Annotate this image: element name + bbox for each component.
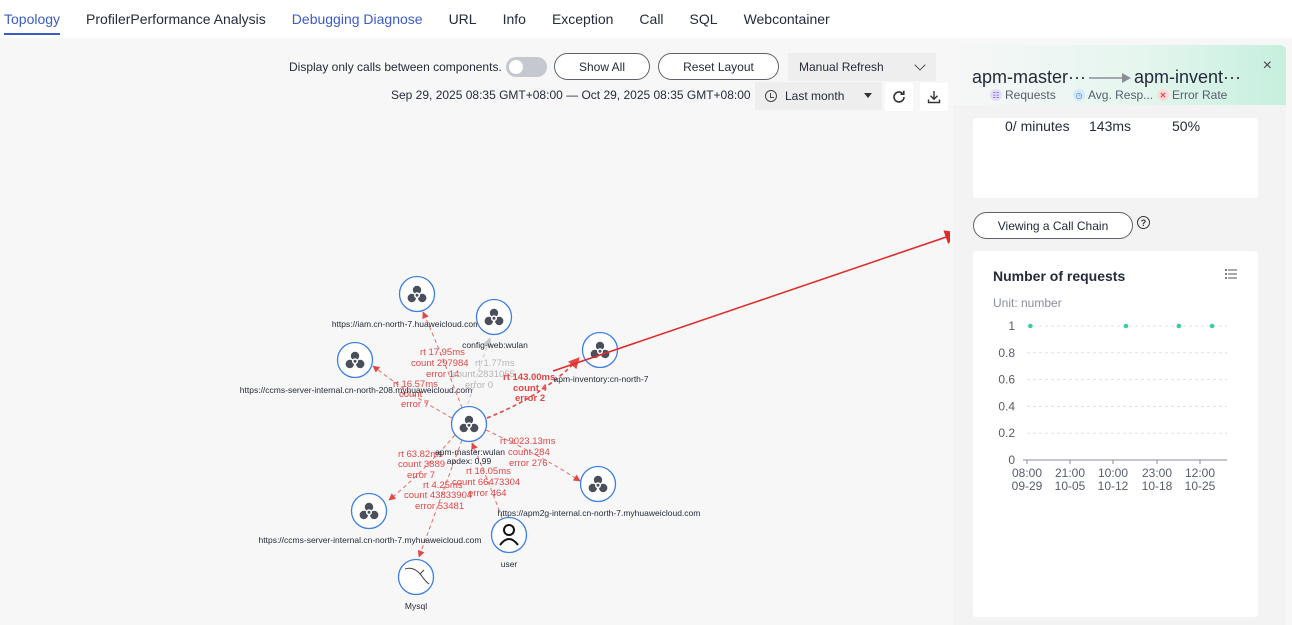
x-tick-label: 21:00: [1055, 466, 1085, 480]
service-icon: [450, 405, 488, 443]
close-icon[interactable]: ×: [1263, 57, 1272, 75]
metric-error-rate-label: ✕ Error Rate: [1157, 88, 1227, 102]
y-tick-label: 0: [1008, 453, 1015, 467]
panel-title: apm-master··· apm-invent···: [972, 67, 1241, 88]
edge-label-config-rt: rt 1.77ms: [475, 358, 515, 369]
edge-label-ccms7-count: count 3889: [398, 459, 445, 470]
callout-arrow: [552, 230, 950, 372]
node-label-inventory: apm-inventory:cn-north-7: [554, 374, 649, 384]
x-tick-label: 10-25: [1185, 479, 1216, 493]
node-label-ccms7: https://ccms-server-internal.cn-north-7.…: [259, 535, 482, 545]
requests-chart: 00.20.40.60.8108:0009-2921:0010-0510:001…: [998, 319, 1227, 493]
node-label-mysql: Mysql: [405, 601, 427, 611]
y-tick-label: 0.6: [998, 373, 1015, 387]
service-icon: [475, 298, 513, 336]
x-tick-label: 10-05: [1055, 479, 1086, 493]
node-apm2g[interactable]: https://apm2g-internal.cn-north-7.myhuaw…: [498, 465, 701, 519]
arrow-right-icon: [1089, 72, 1132, 83]
node-mysql[interactable]: Mysql: [397, 558, 435, 612]
help-icon[interactable]: ?: [1137, 216, 1150, 229]
edge-label-apm2g-error: error 276: [509, 458, 548, 469]
service-icon: [579, 465, 617, 503]
clock-icon: ◷: [1073, 89, 1085, 101]
edge-label-inventory-error: error 2: [515, 393, 545, 404]
mysql-icon: [397, 558, 435, 596]
x-tick-label: 23:00: [1142, 466, 1172, 480]
data-point[interactable]: [1028, 323, 1033, 329]
panel-title-to: apm-invent···: [1134, 67, 1242, 87]
data-point[interactable]: [1176, 323, 1182, 329]
edge-label-mysql-error: error 53481: [415, 501, 464, 512]
y-tick-label: 0.8: [998, 346, 1015, 360]
edge-label-iam-rt: rt 17.95ms: [420, 347, 465, 358]
metric-label: Requests: [1005, 88, 1056, 102]
edge-label-apm2g-rt: rt 9023.13ms: [500, 436, 556, 447]
x-tick-label: 09-29: [1012, 479, 1043, 493]
node-label-config: config-web:wulan: [462, 340, 528, 350]
node-label-ccms208: https://ccms-server-internal.cn-north-20…: [240, 385, 472, 395]
service-icon: [336, 341, 374, 379]
node-user[interactable]: user: [490, 516, 528, 570]
service-icon: [350, 492, 388, 530]
y-tick-label: 0.4: [998, 399, 1015, 413]
edge-label-ccms208-error: error 7: [401, 399, 429, 410]
metric-avg-resp-value: 143ms: [1089, 118, 1132, 134]
node-label-master-apdex: apdex: 0.99: [447, 456, 492, 466]
metric-label: Error Rate: [1172, 88, 1228, 102]
x-tick-label: 10:00: [1098, 466, 1128, 480]
node-inventory[interactable]: apm-inventory:cn-north-7: [554, 331, 649, 385]
edge-label-inventory-rt: rt 143.00ms: [503, 372, 555, 383]
panel-title-from: apm-master···: [972, 67, 1087, 87]
data-point[interactable]: [1209, 323, 1215, 329]
service-icon: [398, 275, 436, 313]
x-tick-label: 10-18: [1142, 479, 1173, 493]
requests-icon: ☷: [990, 89, 1002, 101]
edge-label-mysql-count: count 43833904: [404, 490, 472, 501]
edge-label-apm2g-count: count 284: [508, 447, 550, 458]
data-point[interactable]: [1123, 323, 1129, 329]
edge-label-user-error: error 464: [468, 488, 507, 499]
view-call-chain-button[interactable]: Viewing a Call Chain: [973, 212, 1133, 239]
topology-graph: rt 17.95ms count 297984 error 14 rt 1.77…: [240, 230, 950, 612]
x-tick-label: 12:00: [1185, 466, 1215, 480]
metric-label: Avg. Resp...: [1088, 88, 1154, 102]
node-label-user: user: [501, 559, 518, 569]
x-tick-label: 08:00: [1012, 466, 1042, 480]
edge-label-iam-count: count 297984: [411, 358, 469, 369]
y-tick-label: 1: [1008, 319, 1015, 333]
edge-label-user-rt: rt 16.05ms: [466, 466, 511, 477]
list-icon[interactable]: [1225, 269, 1237, 279]
metric-error-rate-value: 50%: [1172, 118, 1201, 134]
metric-avg-resp-label: ◷ Avg. Resp...: [1073, 88, 1153, 102]
y-tick-label: 0.2: [998, 426, 1015, 440]
metric-requests-value: 0/ minutes: [1005, 118, 1070, 134]
x-tick-label: 10-12: [1098, 479, 1129, 493]
chart-title: Number of requests: [993, 268, 1126, 284]
error-icon: ✕: [1157, 89, 1169, 101]
edge-label-user-count: count 66473304: [452, 477, 520, 488]
chart-unit: Unit: number: [993, 296, 1062, 310]
metric-requests-label: ☷ Requests: [990, 88, 1056, 102]
node-label-apm2g: https://apm2g-internal.cn-north-7.myhuaw…: [498, 508, 701, 518]
